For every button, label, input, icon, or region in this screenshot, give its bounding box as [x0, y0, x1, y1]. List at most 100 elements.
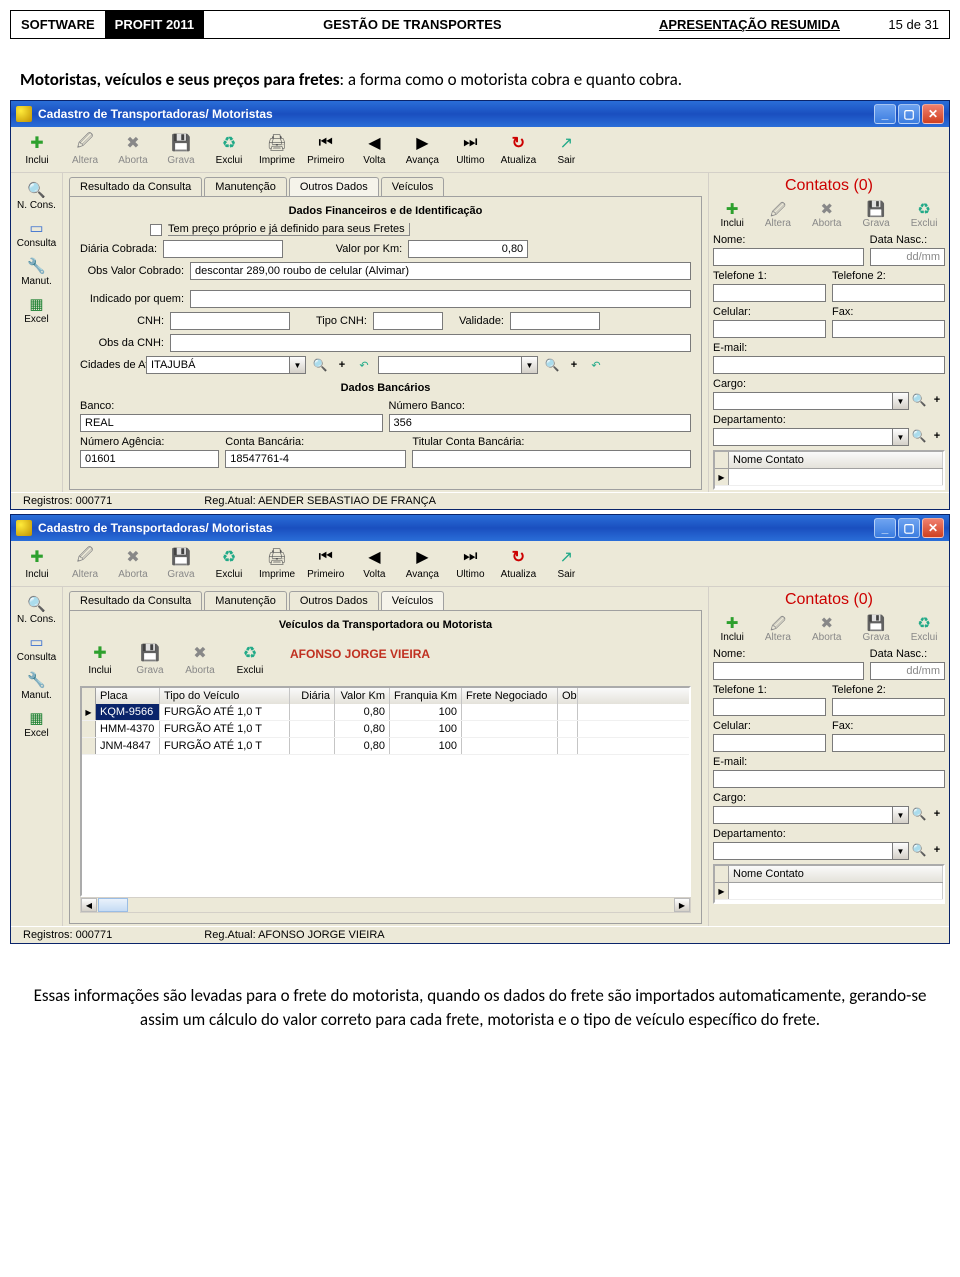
- manut-button[interactable]: Manut.: [19, 255, 54, 289]
- plus-icon[interactable]: [929, 806, 945, 822]
- conta-input[interactable]: 18547761-4: [225, 450, 406, 468]
- volta-button[interactable]: Volta: [354, 545, 394, 582]
- table-row[interactable]: HMM-4370FURGÃO ATÉ 1,0 T0,80100: [82, 721, 689, 738]
- obs-valor-input[interactable]: descontar 289,00 roubo de celular (Alvim…: [190, 262, 691, 280]
- search-icon[interactable]: [312, 357, 328, 373]
- cidade2-combo[interactable]: ▼: [378, 356, 538, 374]
- altera-button[interactable]: Altera: [65, 545, 105, 582]
- contacts-grid[interactable]: Nome Contato: [713, 450, 945, 490]
- tab-veiculos[interactable]: Veículos: [381, 177, 445, 196]
- search-icon[interactable]: [911, 806, 927, 822]
- plus-icon[interactable]: [929, 392, 945, 408]
- nome-input[interactable]: [713, 662, 864, 680]
- plus-icon[interactable]: [929, 842, 945, 858]
- imprime-button[interactable]: Imprime: [257, 131, 297, 168]
- minimize-button[interactable]: _: [874, 104, 896, 124]
- celular-input[interactable]: [713, 320, 826, 338]
- chevron-down-icon[interactable]: ▼: [893, 428, 909, 446]
- table-row[interactable]: JNM-4847FURGÃO ATÉ 1,0 T0,80100: [82, 738, 689, 755]
- table-row[interactable]: KQM-9566FURGÃO ATÉ 1,0 T0,80100: [82, 704, 689, 721]
- cidade1-combo[interactable]: ITAJUBÁ▼: [146, 356, 306, 374]
- valor-km-input[interactable]: 0,80: [408, 240, 528, 258]
- fax-input[interactable]: [832, 320, 945, 338]
- titlebar[interactable]: Cadastro de Transportadoras/ Motoristas …: [11, 101, 949, 127]
- ncons-button[interactable]: N. Cons.: [15, 179, 58, 213]
- veh-exclui-button[interactable]: Exclui: [230, 641, 270, 678]
- tab-resultado[interactable]: Resultado da Consulta: [69, 591, 202, 610]
- scroll-thumb[interactable]: [98, 898, 128, 912]
- exclui-button[interactable]: Exclui: [209, 131, 249, 168]
- chevron-down-icon[interactable]: ▼: [893, 842, 909, 860]
- contact-inclui-button[interactable]: Inclui: [720, 613, 745, 644]
- agencia-input[interactable]: 01601: [80, 450, 219, 468]
- sair-button[interactable]: Sair: [546, 545, 586, 582]
- tab-outros-dados[interactable]: Outros Dados: [289, 177, 379, 196]
- chevron-down-icon[interactable]: ▼: [522, 356, 538, 374]
- sair-button[interactable]: Sair: [546, 131, 586, 168]
- excel-button[interactable]: Excel: [22, 707, 50, 741]
- preco-proprio-checkbox[interactable]: [150, 224, 162, 236]
- undo-icon[interactable]: [356, 357, 372, 373]
- ultimo-button[interactable]: Ultimo: [450, 545, 490, 582]
- veh-inclui-button[interactable]: Inclui: [80, 641, 120, 678]
- tab-manutencao[interactable]: Manutenção: [204, 177, 287, 196]
- chevron-down-icon[interactable]: ▼: [893, 806, 909, 824]
- primeiro-button[interactable]: Primeiro: [305, 131, 346, 168]
- close-button[interactable]: ✕: [922, 518, 944, 538]
- plus-icon[interactable]: [929, 428, 945, 444]
- tel1-input[interactable]: [713, 698, 826, 716]
- altera-button[interactable]: Altera: [65, 131, 105, 168]
- titular-input[interactable]: [412, 450, 691, 468]
- tel1-input[interactable]: [713, 284, 826, 302]
- manut-button[interactable]: Manut.: [19, 669, 54, 703]
- excel-button[interactable]: Excel: [22, 293, 50, 327]
- search-icon[interactable]: [911, 428, 927, 444]
- tab-veiculos[interactable]: Veículos: [381, 591, 445, 610]
- diaria-input[interactable]: [163, 240, 283, 258]
- data-nasc-input[interactable]: dd/mm: [870, 248, 945, 266]
- minimize-button[interactable]: _: [874, 518, 896, 538]
- avanca-button[interactable]: Avança: [402, 545, 442, 582]
- imprime-button[interactable]: Imprime: [257, 545, 297, 582]
- tipo-cnh-input[interactable]: [373, 312, 443, 330]
- maximize-button[interactable]: ▢: [898, 518, 920, 538]
- titlebar[interactable]: Cadastro de Transportadoras/ Motoristas …: [11, 515, 949, 541]
- vehicles-table[interactable]: Placa Tipo do Veículo Diária Valor Km Fr…: [80, 686, 691, 897]
- consulta-button[interactable]: Consulta: [15, 631, 58, 665]
- tab-resultado[interactable]: Resultado da Consulta: [69, 177, 202, 196]
- nome-input[interactable]: [713, 248, 864, 266]
- fax-input[interactable]: [832, 734, 945, 752]
- scroll-left-icon[interactable]: ◀: [81, 898, 97, 912]
- numero-banco-input[interactable]: 356: [389, 414, 692, 432]
- email-input[interactable]: [713, 770, 945, 788]
- depto-combo[interactable]: ▼: [713, 842, 909, 860]
- undo-icon[interactable]: [588, 357, 604, 373]
- ultimo-button[interactable]: Ultimo: [450, 131, 490, 168]
- data-nasc-input[interactable]: dd/mm: [870, 662, 945, 680]
- cnh-input[interactable]: [170, 312, 290, 330]
- ncons-button[interactable]: N. Cons.: [15, 593, 58, 627]
- consulta-button[interactable]: Consulta: [15, 217, 58, 251]
- close-button[interactable]: ✕: [922, 104, 944, 124]
- celular-input[interactable]: [713, 734, 826, 752]
- primeiro-button[interactable]: Primeiro: [305, 545, 346, 582]
- obs-cnh-input[interactable]: [170, 334, 691, 352]
- tel2-input[interactable]: [832, 698, 945, 716]
- volta-button[interactable]: Volta: [354, 131, 394, 168]
- cargo-combo[interactable]: ▼: [713, 806, 909, 824]
- validade-input[interactable]: [510, 312, 600, 330]
- search-icon[interactable]: [544, 357, 560, 373]
- contacts-grid[interactable]: Nome Contato: [713, 864, 945, 904]
- banco-input[interactable]: REAL: [80, 414, 383, 432]
- cargo-combo[interactable]: ▼: [713, 392, 909, 410]
- tab-manutencao[interactable]: Manutenção: [204, 591, 287, 610]
- indicado-input[interactable]: [190, 290, 691, 308]
- exclui-button[interactable]: Exclui: [209, 545, 249, 582]
- inclui-button[interactable]: Inclui: [17, 131, 57, 168]
- tel2-input[interactable]: [832, 284, 945, 302]
- chevron-down-icon[interactable]: ▼: [893, 392, 909, 410]
- atualiza-button[interactable]: Atualiza: [498, 131, 538, 168]
- inclui-button[interactable]: Inclui: [17, 545, 57, 582]
- horizontal-scrollbar[interactable]: ◀ ▶: [80, 897, 691, 913]
- maximize-button[interactable]: ▢: [898, 104, 920, 124]
